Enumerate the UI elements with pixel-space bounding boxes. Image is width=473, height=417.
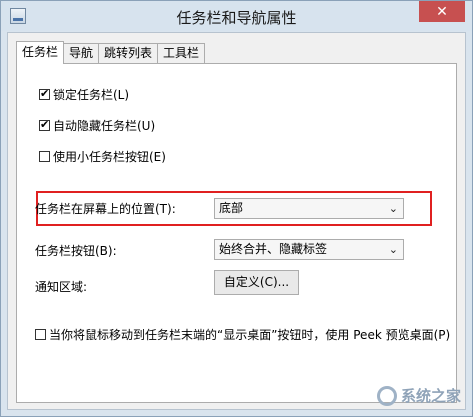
position-select[interactable]: 底部 ⌄ [214,198,404,219]
site-watermark: 系统之家 [376,385,461,406]
auto-hide-option[interactable]: 自动隐藏任务栏(U) [39,117,155,134]
watermark-text: 系统之家 [400,387,461,405]
auto-hide-checkbox[interactable] [39,118,50,131]
position-value: 底部 [219,201,244,215]
buttons-setting-value: 始终合并、隐藏标签 [219,242,328,256]
small-buttons-option[interactable]: 使用小任务栏按钮(E) [39,148,166,165]
buttons-setting-row: 任务栏按钮(B): [35,242,117,259]
chevron-down-icon: ⌄ [388,202,398,215]
lock-taskbar-checkbox[interactable] [39,87,50,100]
auto-hide-label: 自动隐藏任务栏(U) [53,119,156,133]
taskbar-tab-panel: 锁定任务栏(L) 自动隐藏任务栏(U) 使用小任务栏按钮(E) 任务栏在屏幕上的… [16,63,457,403]
dialog-content: 任务栏 导航 跳转列表 工具栏 锁定任务栏(L) 自动隐藏任务栏(U) 使用小任… [7,32,466,410]
tab-strip: 任务栏 导航 跳转列表 工具栏 [16,41,206,64]
customize-button[interactable]: 自定义(C)... [214,270,299,295]
peek-checkbox[interactable] [35,329,46,340]
position-label: 任务栏在屏幕上的位置(T): [35,202,176,216]
close-button[interactable]: ✕ [419,1,465,22]
small-buttons-label: 使用小任务栏按钮(E) [53,150,166,164]
position-row: 任务栏在屏幕上的位置(T): [35,200,176,217]
lock-taskbar-label: 锁定任务栏(L) [53,88,130,102]
peek-label: 当你将鼠标移动到任务栏末端的“显示桌面”按钮时，使用 Peek 预览桌面(P) [49,328,451,342]
chevron-down-icon: ⌄ [388,243,398,256]
watermark-logo-icon [376,385,397,406]
tab-navigation[interactable]: 导航 [63,43,100,63]
buttons-setting-label: 任务栏按钮(B): [35,244,117,258]
tab-taskbar[interactable]: 任务栏 [16,41,65,64]
buttons-setting-select[interactable]: 始终合并、隐藏标签 ⌄ [214,239,404,260]
small-buttons-checkbox[interactable] [39,151,50,162]
peek-option[interactable]: 当你将鼠标移动到任务栏末端的“显示桌面”按钮时，使用 Peek 预览桌面(P) [35,326,450,343]
window-title: 任务栏和导航属性 [176,9,297,27]
title-bar[interactable]: 任务栏和导航属性 ✕ [1,1,472,31]
tab-toolbars[interactable]: 工具栏 [157,43,206,63]
notification-label: 通知区域: [35,280,88,294]
notification-row: 通知区域: [35,278,87,295]
taskbar-properties-window: 任务栏和导航属性 ✕ 任务栏 导航 跳转列表 工具栏 锁定任务栏(L) 自动隐藏… [0,0,473,417]
lock-taskbar-option[interactable]: 锁定任务栏(L) [39,86,129,103]
tab-jump-lists[interactable]: 跳转列表 [98,43,159,63]
